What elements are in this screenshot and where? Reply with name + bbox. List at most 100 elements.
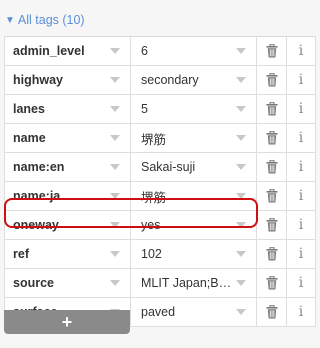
trash-icon [266,160,278,174]
tag-value-field[interactable]: Sakai-suji [131,153,257,181]
tag-value-field[interactable]: 堺筋 [131,124,257,152]
tag-key-field[interactable]: name:ja [5,182,131,210]
key-combo-chevron-icon[interactable] [110,164,120,170]
tag-value-text: 堺筋 [141,132,167,147]
tag-key-field[interactable]: ref [5,240,131,268]
value-combo-chevron-icon[interactable] [236,135,246,141]
info-icon: i [298,188,304,204]
delete-tag-button[interactable] [257,153,287,181]
tag-key-field[interactable]: name:en [5,153,131,181]
delete-tag-button[interactable] [257,95,287,123]
delete-tag-button[interactable] [257,240,287,268]
value-combo-chevron-icon[interactable] [236,193,246,199]
key-combo-chevron-icon[interactable] [110,106,120,112]
tag-value-text: Sakai-suji [141,160,196,174]
tag-value-field[interactable]: MLIT Japan;Bing, S ... [131,269,257,297]
tag-value-text: MLIT Japan;Bing, S ... [141,276,233,290]
tag-value-field[interactable]: 102 [131,240,257,268]
all-tags-title: All tags (10) [17,13,85,27]
all-tags-toggle[interactable]: ▼ All tags (10) [5,10,85,30]
tag-value-field[interactable]: paved [131,298,257,326]
add-tag-button[interactable]: + [4,310,130,334]
tag-info-button[interactable]: i [287,37,315,65]
tag-row: ref 102 i [4,240,316,269]
delete-tag-button[interactable] [257,211,287,239]
tag-value-text: secondary [141,73,199,87]
delete-tag-button[interactable] [257,37,287,65]
trash-icon [266,276,278,290]
value-combo-chevron-icon[interactable] [236,280,246,286]
key-combo-chevron-icon[interactable] [110,77,120,83]
tag-row: source MLIT Japan;Bing, S ... i [4,269,316,298]
tag-value-field[interactable]: 5 [131,95,257,123]
tag-value-text: 堺筋 [141,190,167,205]
tag-value-text: yes [141,218,161,232]
tag-info-button[interactable]: i [287,95,315,123]
tag-row: lanes 5 i [4,95,316,124]
trash-icon [266,73,278,87]
info-icon: i [298,130,304,146]
tag-key-text: source [13,276,54,290]
tag-key-field[interactable]: admin_level [5,37,131,65]
value-combo-chevron-icon[interactable] [236,106,246,112]
tag-key-field[interactable]: name [5,124,131,152]
key-combo-chevron-icon[interactable] [110,251,120,257]
tag-key-field[interactable]: highway [5,66,131,94]
key-combo-chevron-icon[interactable] [110,193,120,199]
tag-row: name 堺筋 i [4,124,316,153]
trash-icon [266,247,278,261]
key-combo-chevron-icon[interactable] [110,280,120,286]
value-combo-chevron-icon[interactable] [236,77,246,83]
tag-value-field[interactable]: 6 [131,37,257,65]
tag-key-field[interactable]: source [5,269,131,297]
info-icon: i [298,246,304,262]
tag-info-button[interactable]: i [287,182,315,210]
trash-icon [266,131,278,145]
tag-row: highway secondary i [4,66,316,95]
disclosure-triangle-icon: ▼ [5,14,15,26]
tag-info-button[interactable]: i [287,66,315,94]
value-combo-chevron-icon[interactable] [236,309,246,315]
info-icon: i [298,217,304,233]
trash-icon [266,189,278,203]
tag-info-button[interactable]: i [287,153,315,181]
tag-key-field[interactable]: oneway [5,211,131,239]
tag-row: name:en Sakai-suji i [4,153,316,182]
tag-key-text: name:ja [13,189,61,203]
trash-icon [266,218,278,232]
info-icon: i [298,304,304,320]
tag-key-text: lanes [13,102,45,116]
tag-info-button[interactable]: i [287,269,315,297]
delete-tag-button[interactable] [257,124,287,152]
tag-key-field[interactable]: lanes [5,95,131,123]
trash-icon [266,102,278,116]
tag-key-text: name [13,131,46,145]
tag-info-button[interactable]: i [287,124,315,152]
delete-tag-button[interactable] [257,182,287,210]
value-combo-chevron-icon[interactable] [236,48,246,54]
delete-tag-button[interactable] [257,269,287,297]
value-combo-chevron-icon[interactable] [236,164,246,170]
value-combo-chevron-icon[interactable] [236,222,246,228]
key-combo-chevron-icon[interactable] [110,135,120,141]
delete-tag-button[interactable] [257,66,287,94]
tag-row: name:ja 堺筋 i [4,182,316,211]
delete-tag-button[interactable] [257,298,287,326]
tag-value-text: 6 [141,44,148,58]
tag-value-field[interactable]: secondary [131,66,257,94]
tag-value-field[interactable]: 堺筋 [131,182,257,210]
tag-info-button[interactable]: i [287,298,315,326]
tag-value-field[interactable]: yes [131,211,257,239]
trash-icon [266,44,278,58]
tag-editor: ▼ All tags (10) admin_level 6 i highway seco… [0,0,320,348]
tag-key-text: highway [13,73,64,87]
key-combo-chevron-icon[interactable] [110,48,120,54]
info-icon: i [298,43,304,59]
tag-key-text: ref [13,247,29,261]
value-combo-chevron-icon[interactable] [236,251,246,257]
info-icon: i [298,101,304,117]
tag-info-button[interactable]: i [287,211,315,239]
tag-info-button[interactable]: i [287,240,315,268]
tag-key-text: oneway [13,218,59,232]
key-combo-chevron-icon[interactable] [110,222,120,228]
